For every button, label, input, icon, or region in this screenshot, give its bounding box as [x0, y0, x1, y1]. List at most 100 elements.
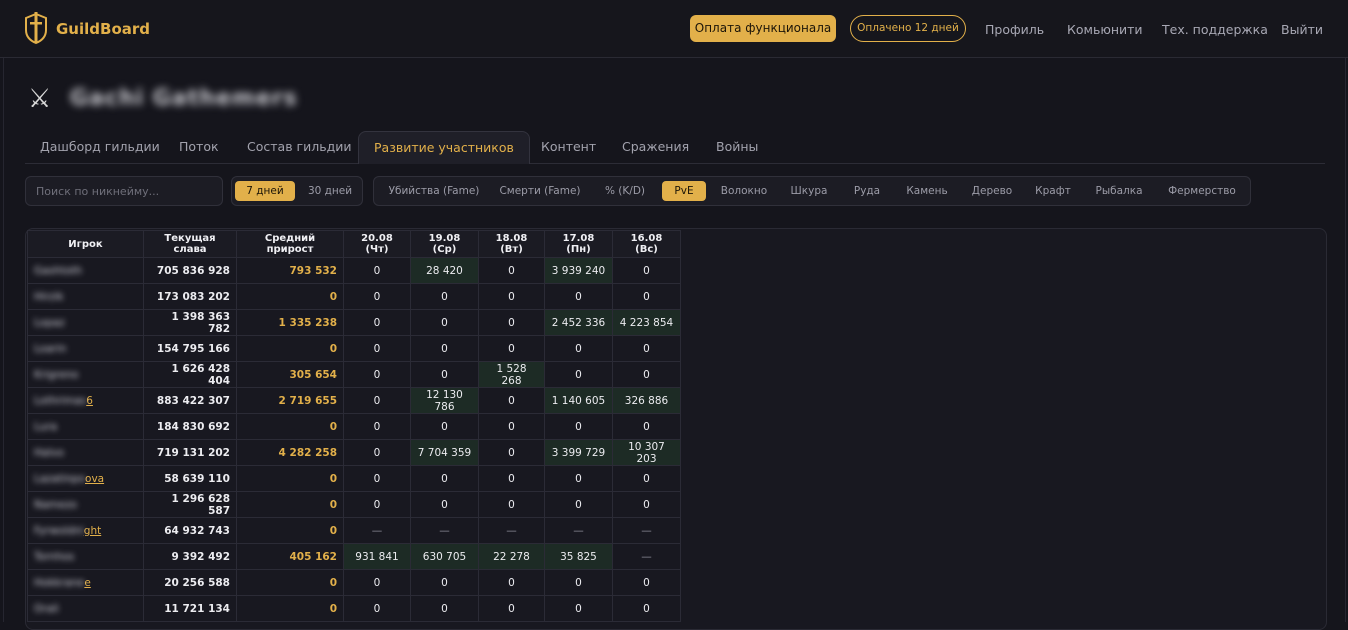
- period-30-days[interactable]: 30 дней: [301, 181, 359, 201]
- category-hide[interactable]: Шкура: [782, 181, 836, 201]
- day-value-cell: 0: [410, 335, 479, 362]
- table-row[interactable]: Lopaz 1 398 363 782 1 335 238 0 0 0 2 452 336 4…: [27, 309, 681, 336]
- nav-profile[interactable]: Профиль: [985, 22, 1044, 37]
- player-cell[interactable]: Hokkranee: [27, 569, 144, 596]
- period-7-days[interactable]: 7 дней: [235, 181, 295, 201]
- category-kills-fame[interactable]: Убийства (Fame): [379, 181, 489, 201]
- player-nickname[interactable]: Hirzik: [34, 291, 64, 303]
- current-fame-cell: 1 296 628 587: [143, 491, 237, 518]
- category-wood[interactable]: Дерево: [964, 181, 1020, 201]
- col-average-gain[interactable]: Средний прирост: [236, 230, 344, 258]
- player-nickname[interactable]: Tornhos: [34, 551, 74, 563]
- day-value-cell: 10 307 203: [612, 439, 681, 466]
- col-day-3[interactable]: 18.08 (Вт): [478, 230, 545, 258]
- table-row[interactable]: Hirzik 173 083 202 0 0 0 0 0 0: [27, 283, 681, 310]
- paid-days-badge[interactable]: Оплачено 12 дней: [850, 15, 966, 42]
- tab-content[interactable]: Контент: [541, 139, 596, 154]
- player-nickname[interactable]: Loarin: [34, 343, 66, 355]
- nickname-search-input[interactable]: [25, 176, 223, 206]
- nav-logout[interactable]: Выйти: [1281, 22, 1323, 37]
- tab-guild-roster[interactable]: Состав гильдии: [247, 139, 351, 154]
- tab-battles[interactable]: Сражения: [622, 139, 689, 154]
- player-cell[interactable]: Gashtoth: [27, 257, 144, 284]
- category-fishing[interactable]: Рыбалка: [1086, 181, 1152, 201]
- current-fame-cell: 154 795 166: [143, 335, 237, 362]
- player-nickname[interactable]: Lothrimas: [34, 395, 86, 407]
- member-progress-table: Игрок Текущая слава Средний прирост 20.0…: [27, 230, 681, 622]
- table-row[interactable]: Namezo 1 296 628 587 0 0 0 0 0 0: [27, 491, 681, 518]
- category-craft[interactable]: Крафт: [1028, 181, 1078, 201]
- day-value-cell: 0: [478, 387, 545, 414]
- category-pve[interactable]: PvE: [662, 181, 706, 201]
- day-value-cell: 2 452 336: [544, 309, 613, 336]
- player-cell[interactable]: Lopaz: [27, 309, 144, 336]
- day-value-cell: 0: [612, 413, 681, 440]
- player-nickname[interactable]: Namezo: [34, 499, 77, 511]
- category-ore[interactable]: Руда: [844, 181, 890, 201]
- table-row[interactable]: Halvo 719 131 202 4 282 258 0 7 704 359 0 3 39…: [27, 439, 681, 466]
- player-cell[interactable]: Hirzik: [27, 283, 144, 310]
- table-row[interactable]: Krigreno 1 626 428 404 305 654 0 0 1 528 268 0…: [27, 361, 681, 388]
- player-cell[interactable]: Lothrimas6: [27, 387, 144, 414]
- day-value-cell: 0: [410, 491, 479, 518]
- player-nickname[interactable]: Hokkrane: [34, 577, 84, 589]
- player-nickname[interactable]: Gashtoth: [34, 265, 82, 277]
- brand-name[interactable]: GuildBoard: [56, 20, 150, 38]
- pay-features-button[interactable]: Оплата функционала: [690, 15, 836, 42]
- player-nickname[interactable]: Lura: [34, 421, 57, 433]
- col-current-fame[interactable]: Текущая слава: [143, 230, 237, 258]
- player-nickname-tail[interactable]: ght: [84, 525, 101, 537]
- day-value-cell: 326 886: [612, 387, 681, 414]
- player-cell[interactable]: Loarin: [27, 335, 144, 362]
- player-cell[interactable]: Lazatinpoova: [27, 465, 144, 492]
- table-row[interactable]: Loarin 154 795 166 0 0 0 0 0 0: [27, 335, 681, 362]
- player-nickname-tail[interactable]: ova: [85, 473, 104, 485]
- col-day-4[interactable]: 17.08 (Пн): [544, 230, 613, 258]
- player-cell[interactable]: Orali: [27, 595, 144, 622]
- current-fame-cell: 58 639 110: [143, 465, 237, 492]
- player-nickname[interactable]: Fyrwoldni: [34, 525, 84, 537]
- table-row[interactable]: Fyrwoldnight 64 932 743 0— — — — —: [27, 517, 681, 544]
- player-nickname-tail[interactable]: e: [84, 577, 90, 589]
- tab-member-progress[interactable]: Развитие участников: [358, 131, 530, 164]
- nav-community[interactable]: Комьюнити: [1067, 22, 1143, 37]
- player-cell[interactable]: Lura: [27, 413, 144, 440]
- player-nickname[interactable]: Lazatinpo: [34, 473, 85, 485]
- col-player[interactable]: Игрок: [27, 230, 144, 258]
- player-cell[interactable]: Krigreno: [27, 361, 144, 388]
- category-fiber[interactable]: Волокно: [714, 181, 774, 201]
- category-kd[interactable]: % (K/D): [593, 181, 657, 201]
- table-row[interactable]: Orali 11 721 134 0 0 0 0 0 0: [27, 595, 681, 622]
- category-deaths-fame[interactable]: Смерти (Fame): [495, 181, 585, 201]
- player-nickname[interactable]: Orali: [34, 603, 59, 615]
- col-day-1[interactable]: 20.08 (Чт): [343, 230, 411, 258]
- left-border: [3, 58, 4, 622]
- table-row[interactable]: Gashtoth 705 836 928 793 532 0 28 420 0 3 939 …: [27, 257, 681, 284]
- table-row[interactable]: Hokkranee 20 256 588 0 0 0 0 0 0: [27, 569, 681, 596]
- player-nickname[interactable]: Lopaz: [34, 317, 65, 329]
- shield-logo-icon[interactable]: [24, 12, 48, 45]
- player-cell[interactable]: Fyrwoldnight: [27, 517, 144, 544]
- player-cell[interactable]: Tornhos: [27, 543, 144, 570]
- col-day-2[interactable]: 19.08 (Ср): [410, 230, 479, 258]
- day-value-cell: 0: [343, 335, 411, 362]
- table-row[interactable]: Tornhos 9 392 492 405 162 931 841 630 705 22 …: [27, 543, 681, 570]
- table-row[interactable]: Lothrimas6 883 422 307 2 719 655 0 12 130 78…: [27, 387, 681, 414]
- player-nickname-tail[interactable]: 6: [86, 395, 93, 407]
- category-stone[interactable]: Камень: [898, 181, 956, 201]
- tab-stream[interactable]: Поток: [179, 139, 219, 154]
- player-cell[interactable]: Halvo: [27, 439, 144, 466]
- day-value-cell: 0: [612, 491, 681, 518]
- col-day-5[interactable]: 16.08 (Вс): [612, 230, 681, 258]
- tab-guild-dashboard[interactable]: Дашборд гильдии: [40, 139, 160, 154]
- day-value-cell: 0: [343, 257, 411, 284]
- player-cell[interactable]: Namezo: [27, 491, 144, 518]
- player-nickname[interactable]: Krigreno: [34, 369, 78, 381]
- table-body: Gashtoth 705 836 928 793 532 0 28 420 0 3 939 …: [27, 257, 681, 622]
- tab-wars[interactable]: Войны: [716, 139, 758, 154]
- table-row[interactable]: Lazatinpoova 58 639 110 0 0 0 0 0 0: [27, 465, 681, 492]
- category-farming[interactable]: Фермерство: [1160, 181, 1244, 201]
- player-nickname[interactable]: Halvo: [34, 447, 64, 459]
- nav-support[interactable]: Тех. поддержка: [1162, 22, 1268, 37]
- table-row[interactable]: Lura 184 830 692 0 0 0 0 0 0: [27, 413, 681, 440]
